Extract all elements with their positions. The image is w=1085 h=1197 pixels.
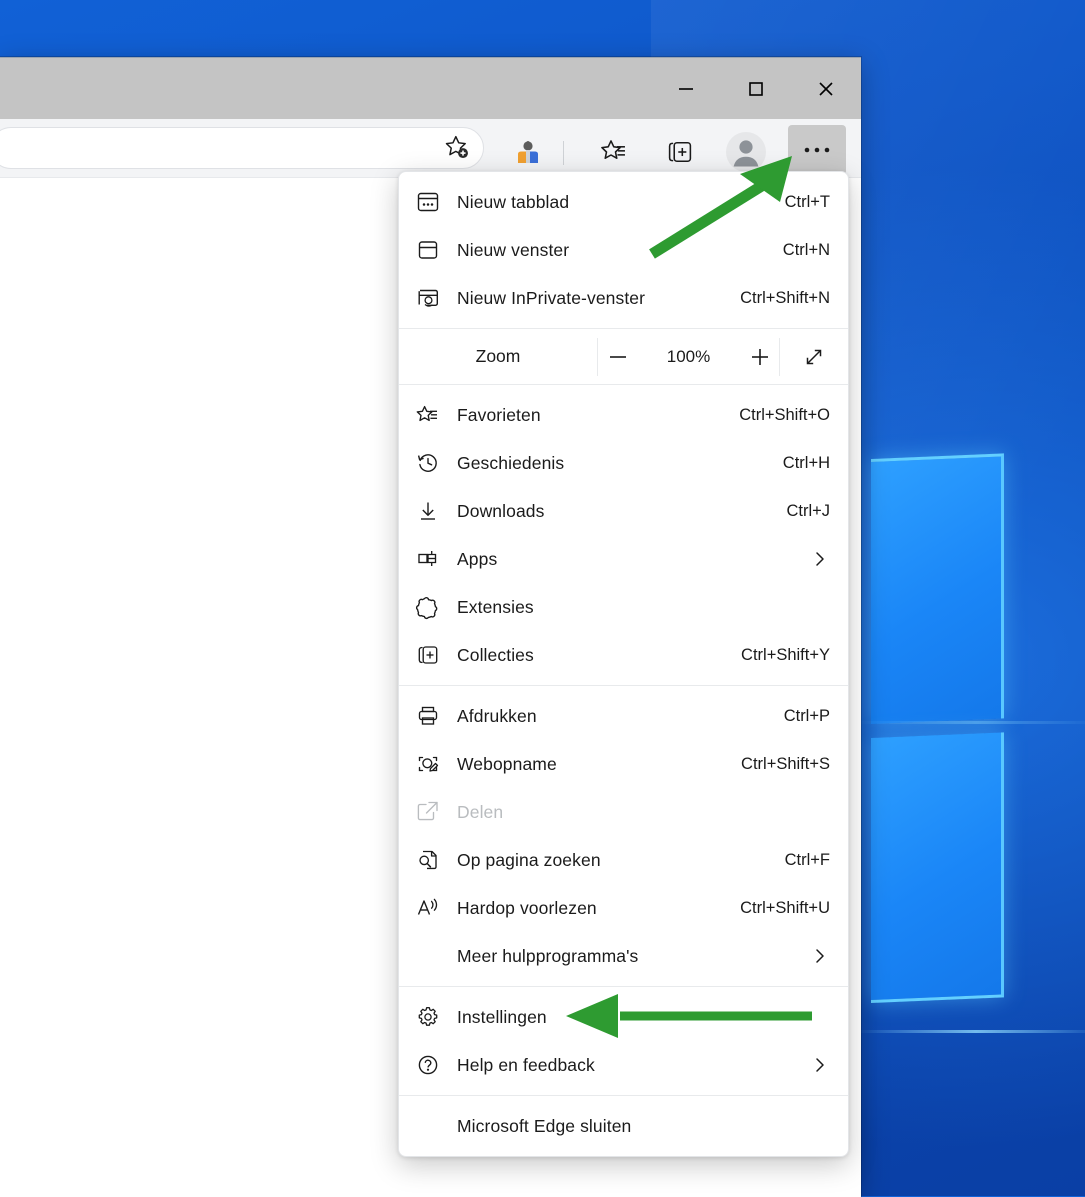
settings-gear-icon: [415, 1004, 457, 1030]
menu-item-label: Collecties: [457, 645, 741, 666]
menu-group-new: Nieuw tabblad Ctrl+T Nieuw venster Ctrl+…: [399, 172, 848, 328]
menu-item-apps[interactable]: Apps: [399, 535, 848, 583]
menu-item-shortcut: Ctrl+Shift+N: [740, 289, 830, 308]
favorites-icon: [415, 402, 457, 428]
menu-item-help-feedback[interactable]: Help en feedback: [399, 1041, 848, 1089]
zoom-in-button[interactable]: [743, 340, 777, 374]
share-icon: [415, 799, 457, 825]
menu-item-label: Webopname: [457, 754, 741, 775]
menu-item-label: Instellingen: [457, 1007, 830, 1028]
menu-item-more-tools[interactable]: Meer hulpprogramma's: [399, 932, 848, 980]
menu-item-shortcut: Ctrl+Shift+U: [740, 899, 830, 918]
menu-item-label: Apps: [457, 549, 808, 570]
collections-icon: [415, 642, 457, 668]
zoom-level-value: 100%: [661, 347, 717, 367]
menu-item-history[interactable]: Geschiedenis Ctrl+H: [399, 439, 848, 487]
menu-item-label: Nieuw tabblad: [457, 192, 785, 213]
menu-item-extensions[interactable]: Extensies: [399, 583, 848, 631]
menu-item-label: Afdrukken: [457, 706, 784, 727]
add-favorite-icon[interactable]: [432, 125, 482, 171]
close-button[interactable]: [791, 58, 861, 120]
more-options-icon[interactable]: [788, 125, 846, 175]
find-on-page-icon: [415, 847, 457, 873]
menu-item-label: Help en feedback: [457, 1055, 808, 1076]
browser-toolbar: [0, 119, 861, 177]
menu-item-shortcut: Ctrl+H: [783, 454, 830, 473]
collections-icon[interactable]: [656, 129, 704, 175]
zoom-out-button[interactable]: [601, 340, 635, 374]
menu-item-label: Delen: [457, 802, 830, 823]
zoom-controls: 100%: [598, 340, 779, 374]
menu-item-shortcut: Ctrl+J: [786, 502, 830, 521]
menu-item-web-capture[interactable]: Webopname Ctrl+Shift+S: [399, 740, 848, 788]
new-window-icon: [415, 237, 457, 263]
menu-item-shortcut: Ctrl+Shift+O: [739, 406, 830, 425]
wallpaper-streak: [856, 721, 1085, 724]
extension-icon[interactable]: [504, 129, 552, 175]
menu-item-label: Favorieten: [457, 405, 739, 426]
menu-item-label: Op pagina zoeken: [457, 850, 785, 871]
menu-group-close: Microsoft Edge sluiten: [399, 1096, 848, 1156]
menu-item-label: Extensies: [457, 597, 830, 618]
menu-item-new-inprivate-window[interactable]: Nieuw InPrivate-venster Ctrl+Shift+N: [399, 274, 848, 322]
toolbar-divider: [563, 141, 564, 165]
downloads-icon: [415, 498, 457, 524]
extensions-icon: [415, 594, 457, 620]
menu-item-shortcut: Ctrl+N: [783, 241, 830, 260]
menu-item-settings[interactable]: Instellingen: [399, 993, 848, 1041]
menu-item-label: Microsoft Edge sluiten: [457, 1116, 830, 1137]
profile-avatar-icon[interactable]: [722, 129, 770, 175]
menu-item-label: Hardop voorlezen: [457, 898, 740, 919]
inprivate-icon: [415, 285, 457, 311]
menu-item-shortcut: Ctrl+Shift+Y: [741, 646, 830, 665]
print-icon: [415, 703, 457, 729]
maximize-button[interactable]: [721, 58, 791, 120]
menu-item-favorites[interactable]: Favorieten Ctrl+Shift+O: [399, 391, 848, 439]
menu-item-print[interactable]: Afdrukken Ctrl+P: [399, 692, 848, 740]
menu-item-label: Downloads: [457, 501, 786, 522]
menu-item-label: Nieuw InPrivate-venster: [457, 288, 740, 309]
menu-item-read-aloud[interactable]: Hardop voorlezen Ctrl+Shift+U: [399, 884, 848, 932]
fullscreen-button[interactable]: [780, 344, 848, 370]
menu-group-tools: Afdrukken Ctrl+P Webopname Ctrl+Shift+S: [399, 686, 848, 986]
minimize-button[interactable]: [651, 58, 721, 120]
menu-item-downloads[interactable]: Downloads Ctrl+J: [399, 487, 848, 535]
help-icon: [415, 1052, 457, 1078]
edge-main-menu: Nieuw tabblad Ctrl+T Nieuw venster Ctrl+…: [398, 171, 849, 1157]
menu-item-close-edge[interactable]: Microsoft Edge sluiten: [399, 1102, 848, 1150]
menu-item-share: Delen: [399, 788, 848, 836]
menu-group-settings: Instellingen Help en feedback: [399, 987, 848, 1095]
menu-item-label: Meer hulpprogramma's: [457, 946, 808, 967]
new-tab-icon: [415, 189, 457, 215]
menu-item-new-tab[interactable]: Nieuw tabblad Ctrl+T: [399, 178, 848, 226]
history-icon: [415, 450, 457, 476]
menu-item-find-on-page[interactable]: Op pagina zoeken Ctrl+F: [399, 836, 848, 884]
menu-item-shortcut: Ctrl+T: [785, 193, 830, 212]
menu-item-label: Nieuw venster: [457, 240, 783, 261]
zoom-label: Zoom: [399, 346, 597, 367]
chevron-right-icon: [808, 946, 830, 966]
menu-item-shortcut: Ctrl+F: [785, 851, 830, 870]
menu-item-shortcut: Ctrl+P: [784, 707, 830, 726]
web-capture-icon: [415, 751, 457, 777]
window-titlebar: [0, 57, 861, 120]
menu-item-collections[interactable]: Collecties Ctrl+Shift+Y: [399, 631, 848, 679]
favorites-icon[interactable]: [590, 129, 638, 175]
chevron-right-icon: [808, 1055, 830, 1075]
wallpaper-streak: [856, 1030, 1085, 1033]
menu-item-new-window[interactable]: Nieuw venster Ctrl+N: [399, 226, 848, 274]
read-aloud-icon: [415, 895, 457, 921]
menu-group-browse: Favorieten Ctrl+Shift+O Geschiedenis Ctr…: [399, 385, 848, 685]
menu-item-label: Geschiedenis: [457, 453, 783, 474]
windows-logo-pane-bottom: [871, 732, 1004, 1003]
windows-logo-pane-top: [871, 453, 1004, 724]
address-bar[interactable]: [0, 127, 484, 169]
menu-item-shortcut: Ctrl+Shift+S: [741, 755, 830, 774]
menu-zoom-row: Zoom 100%: [399, 329, 848, 384]
chevron-right-icon: [808, 549, 830, 569]
apps-icon: [415, 546, 457, 572]
